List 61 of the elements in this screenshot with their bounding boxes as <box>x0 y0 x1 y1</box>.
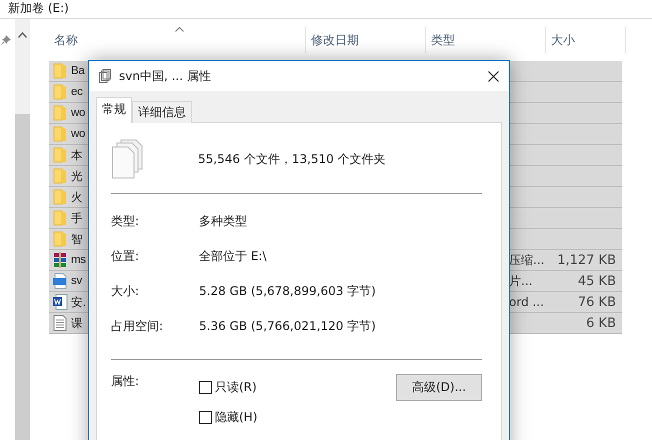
tab[interactable]: 常规 <box>96 97 132 123</box>
files-stack-icon <box>111 139 143 179</box>
location-title: 新加卷 (E:) <box>8 1 69 15</box>
files-icon <box>99 69 111 83</box>
field-label: 大小: <box>111 283 140 300</box>
advanced-button[interactable]: 高级(D)... <box>396 374 482 401</box>
scroll-up-icon[interactable] <box>18 32 27 38</box>
close-icon[interactable] <box>488 70 499 82</box>
archive-books-icon <box>52 252 68 268</box>
folder-icon <box>52 189 68 205</box>
text-file-icon <box>52 315 68 331</box>
folder-icon <box>52 126 68 142</box>
field-value: 5.36 GB (5,766,021,120 字节) <box>199 318 376 335</box>
dialog-title: svn中国, ... 属性 <box>119 68 211 84</box>
field-label: 属性: <box>111 373 140 390</box>
column-header[interactable]: 名称 <box>49 27 306 53</box>
file-name: ec <box>71 86 83 98</box>
checkbox[interactable]: 只读(R) <box>199 379 279 396</box>
folder-icon <box>52 210 68 226</box>
folder-icon <box>52 63 68 79</box>
file-size: 6 KB <box>586 316 616 330</box>
file-size: 1,127 KB <box>557 252 616 268</box>
scrollbar[interactable] <box>15 19 30 440</box>
file-name: 火 <box>71 190 83 204</box>
field-value: 5.28 GB (5,678,899,603 字节) <box>199 283 376 300</box>
folder-icon <box>52 231 68 247</box>
field-label: 位置: <box>111 248 140 265</box>
file-type: ord ... <box>509 295 544 309</box>
file-name: 课 <box>71 316 83 330</box>
field-value: 全部位于 E:\ <box>199 248 266 265</box>
pin-icon[interactable] <box>1 35 11 45</box>
checkbox[interactable]: 隐藏(H) <box>199 409 279 426</box>
field-value: 多种类型 <box>199 213 247 230</box>
image-file-icon <box>52 273 68 289</box>
column-header[interactable]: 修改日期 <box>306 27 426 53</box>
tab[interactable]: 详细信息 <box>132 101 192 123</box>
folder-icon <box>52 105 68 121</box>
file-name: 手 <box>71 211 83 226</box>
column-header[interactable]: 类型 <box>426 27 546 53</box>
file-name: 安. <box>71 296 86 310</box>
file-count-summary: 55,546 个文件，13,510 个文件夹 <box>198 150 386 168</box>
file-size: 45 KB <box>578 274 616 288</box>
folder-icon <box>52 84 68 100</box>
file-name: ms <box>71 254 86 266</box>
word-document-icon <box>52 294 68 310</box>
sort-caret-icon <box>175 27 184 32</box>
file-name: 光 <box>71 170 83 184</box>
column-header[interactable]: 大小 <box>546 27 626 53</box>
file-size: 76 KB <box>578 294 616 310</box>
file-type: 压缩... <box>509 252 544 266</box>
field-label: 类型: <box>111 213 140 230</box>
folder-icon <box>52 147 68 163</box>
field-label: 占用空间: <box>111 318 164 335</box>
file-name: 本 <box>71 148 83 162</box>
file-name: wo <box>71 107 86 119</box>
file-name: sv <box>71 275 82 287</box>
file-name: Ba <box>71 65 84 77</box>
folder-icon <box>52 168 68 184</box>
file-type: 片... <box>509 274 532 288</box>
file-name: 智 <box>71 232 83 246</box>
file-name: wo <box>71 128 86 140</box>
